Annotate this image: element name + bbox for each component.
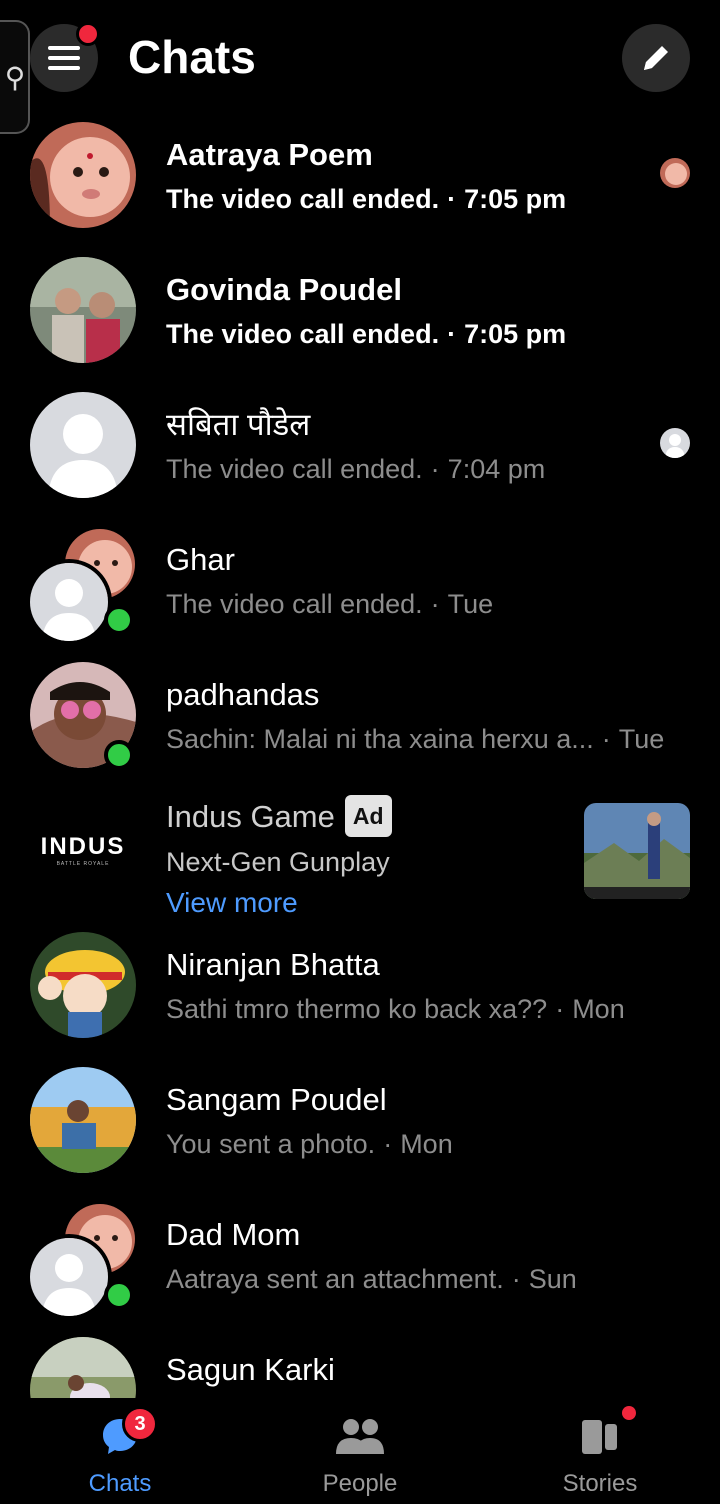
accessibility-tab[interactable]: ⚲ <box>0 20 30 134</box>
chat-snippet: The video call ended. · 7:05 pm <box>166 319 567 349</box>
chat-row[interactable]: Ghar The video call ended. · Tue <box>0 525 720 660</box>
page-title: Chats <box>128 31 256 83</box>
seen-receipt-avatar <box>660 158 690 188</box>
online-indicator <box>104 1280 134 1310</box>
avatar <box>26 559 112 645</box>
chat-row[interactable]: सबिता पौडेल The video call ended. · 7:04 p… <box>0 390 720 525</box>
chat-name: Sagun Karki <box>166 1352 335 1387</box>
chat-snippet: The video call ended. · Tue <box>166 589 494 619</box>
tab-label: People <box>322 1470 398 1497</box>
avatar <box>30 1067 136 1173</box>
unread-count-badge: 3 <box>122 1406 158 1442</box>
chat-snippet: Sachin: Malai ni tha xaina herxu a... · Tu… <box>166 724 665 754</box>
avatar <box>30 1337 136 1398</box>
tab-people[interactable]: People <box>240 1398 480 1504</box>
chat-list[interactable]: Aatraya Poem The video call ended. · 7:05 … <box>0 120 720 1398</box>
chat-name: Niranjan Bhatta <box>166 947 380 982</box>
tab-label: Stories <box>562 1470 638 1497</box>
online-indicator <box>104 740 134 770</box>
hamburger-icon <box>48 46 80 70</box>
stories-icon <box>582 1420 617 1454</box>
notification-dot <box>76 22 100 46</box>
chat-snippet: The video call ended. · 7:04 pm <box>166 454 546 484</box>
chat-snippet: You sent a photo. · Mon <box>166 1129 453 1159</box>
chat-name: Aatraya Poem <box>166 137 373 172</box>
tab-label: Chats <box>88 1470 152 1497</box>
chat-name: सबिता पौडेल <box>166 407 311 442</box>
pencil-icon <box>644 46 668 70</box>
chat-row[interactable]: Dad Mom Aatraya sent an attachment. · Sun <box>0 1200 720 1335</box>
ad-thumbnail[interactable] <box>584 803 690 899</box>
avatar <box>30 392 136 498</box>
chat-row[interactable]: Sangam Poudel You sent a photo. · Mon <box>0 1065 720 1200</box>
tab-stories[interactable]: Stories <box>480 1398 720 1504</box>
chat-row[interactable]: Govinda Poudel The video call ended. · 7:0… <box>0 255 720 390</box>
people-icon <box>336 1419 384 1454</box>
header: ⚲ Chats <box>0 0 720 134</box>
accessibility-icon: ⚲ <box>4 61 26 93</box>
chat-row[interactable]: padhandas Sachin: Malai ni tha xaina her… <box>0 660 720 795</box>
tab-chats[interactable]: 3 Chats <box>0 1398 240 1504</box>
default-profile-icon <box>30 392 136 498</box>
sponsored-ad-row[interactable]: INDUS BATTLE ROYALE Indus Game Ad Next-Ge… <box>0 795 720 930</box>
ad-badge: Ad <box>344 795 392 837</box>
chat-name: padhandas <box>166 677 320 712</box>
chat-snippet: Sathi tmro thermo ko back xa?? · Mon <box>166 994 625 1024</box>
chat-name: Dad Mom <box>166 1217 301 1252</box>
compose-button[interactable] <box>622 24 690 92</box>
notification-dot <box>622 1406 636 1420</box>
avatar <box>30 932 136 1038</box>
chat-snippet: The video call ended. · 7:05 pm <box>166 184 567 214</box>
online-indicator <box>104 605 134 635</box>
chat-row[interactable]: Niranjan Bhatta Sathi tmro thermo ko bac… <box>0 930 720 1065</box>
menu-button[interactable] <box>30 22 100 92</box>
bottom-tab-bar: 3 Chats People Stories <box>0 1398 720 1504</box>
default-profile-icon <box>30 563 108 641</box>
avatar <box>30 257 136 363</box>
default-profile-icon <box>30 1238 108 1316</box>
chat-snippet: Aatraya sent an attachment. · Sun <box>166 1264 577 1294</box>
chat-row[interactable]: Sagun Karki <box>0 1335 720 1398</box>
seen-receipt-avatar <box>660 428 690 458</box>
avatar <box>30 122 136 228</box>
ad-logo: INDUS BATTLE ROYALE <box>40 833 126 867</box>
chat-name: Ghar <box>166 542 235 577</box>
avatar <box>26 1234 112 1320</box>
chat-name: Sangam Poudel <box>166 1082 387 1117</box>
chat-row[interactable]: Aatraya Poem The video call ended. · 7:05 … <box>0 120 720 255</box>
chat-name: Govinda Poudel <box>166 272 402 307</box>
